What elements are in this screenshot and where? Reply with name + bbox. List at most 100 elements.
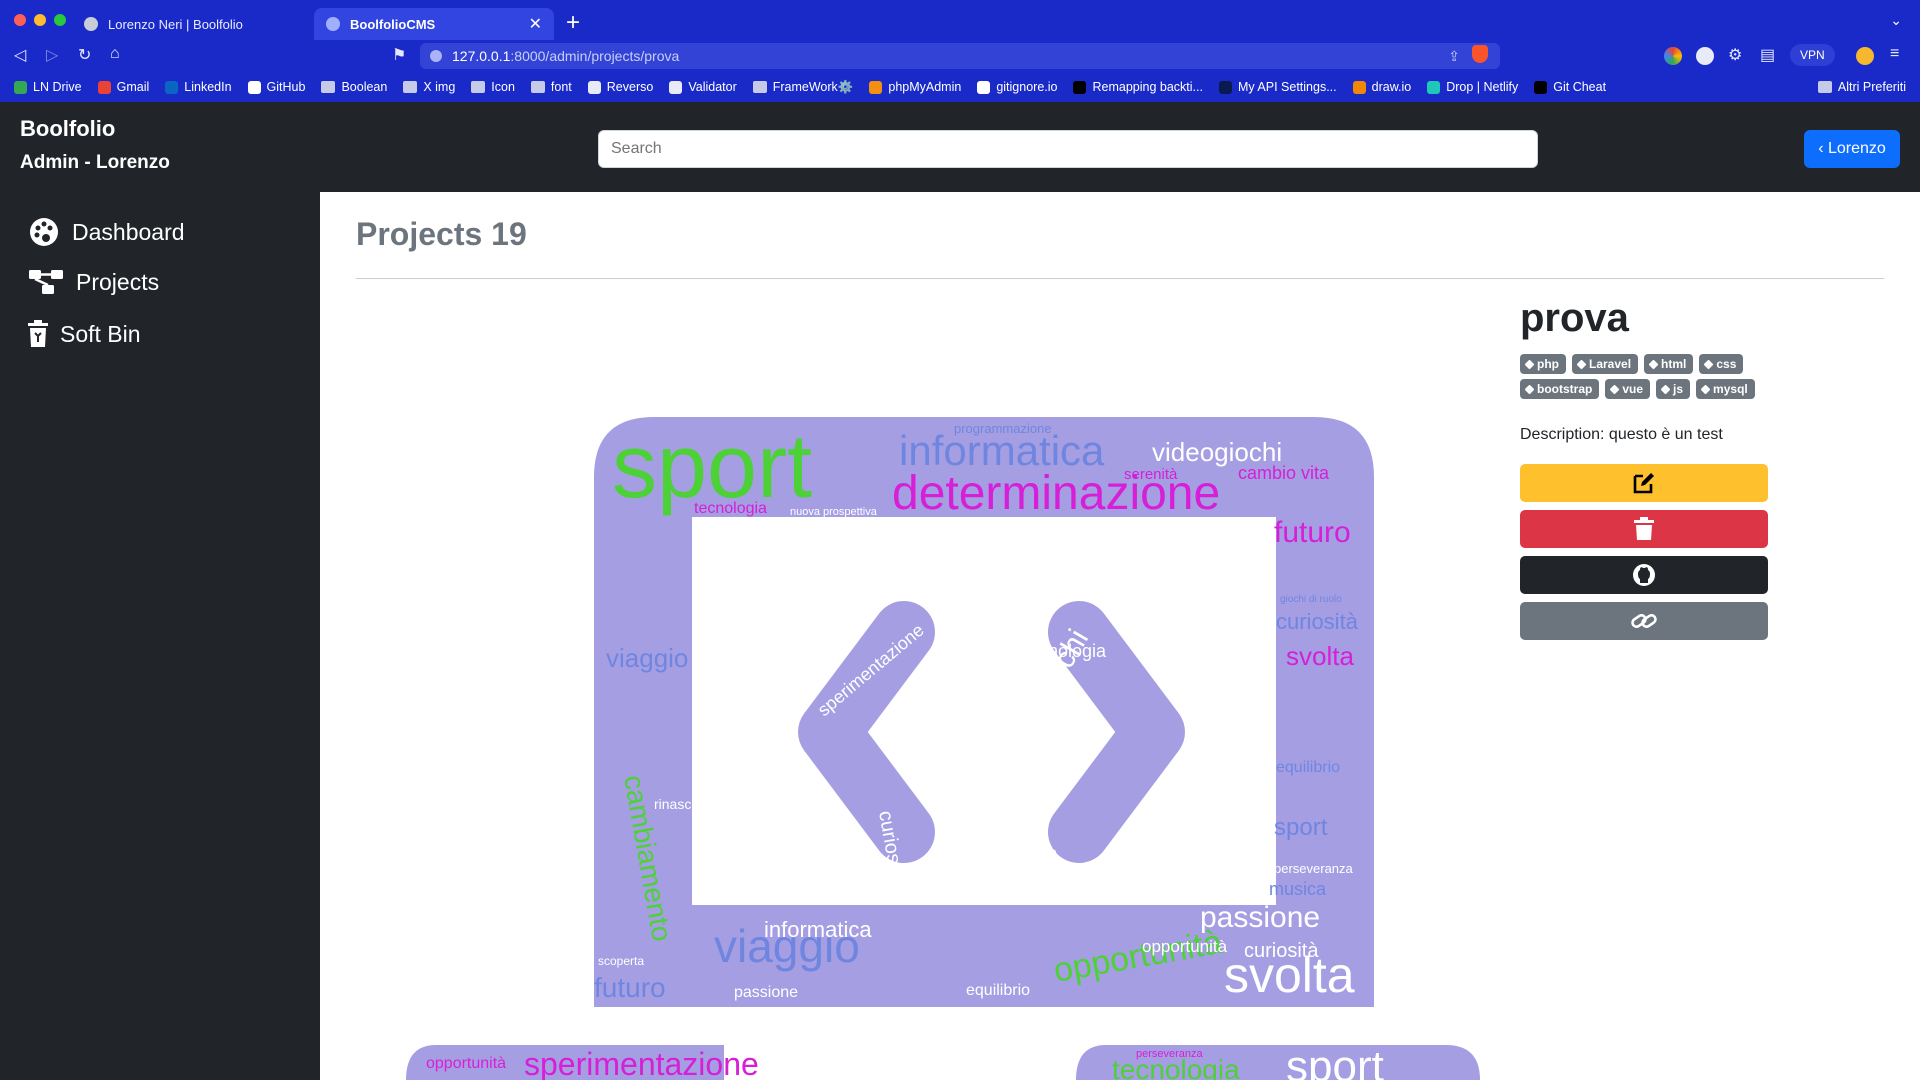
- url-host: 127.0.0.1: [452, 48, 511, 64]
- tag-icon: [1609, 384, 1620, 394]
- bookmark-item[interactable]: font: [530, 80, 572, 94]
- sidebar-toggle-icon[interactable]: ▤: [1760, 45, 1775, 65]
- bookmark-item[interactable]: X img: [403, 80, 455, 94]
- bookmark-item[interactable]: My API Settings...: [1218, 80, 1337, 94]
- tag-badge[interactable]: bootstrap: [1520, 379, 1600, 399]
- profile-avatar[interactable]: [1856, 47, 1874, 65]
- cloud-word: informatica: [764, 917, 872, 942]
- cloud-word: futuro: [594, 972, 666, 1003]
- brand[interactable]: Boolfolio Admin - Lorenzo: [20, 116, 170, 174]
- close-tab-icon[interactable]: ✕: [529, 14, 542, 34]
- bookmark-icon[interactable]: ⚑: [392, 45, 406, 65]
- cloud-word: nuova prospettiva: [790, 506, 878, 518]
- tab-title: Lorenzo Neri | Boolfolio: [108, 16, 243, 32]
- reverso-icon: [587, 80, 601, 94]
- cloud-word: tecnologia: [694, 500, 767, 517]
- palette-icon: [30, 218, 58, 246]
- link-button[interactable]: [1520, 602, 1768, 640]
- maximize-window-button[interactable]: [54, 14, 66, 26]
- tag-label: js: [1673, 382, 1684, 396]
- brave-shields-icon[interactable]: [1472, 45, 1488, 63]
- tag-badge[interactable]: Laravel: [1572, 354, 1639, 374]
- bookmark-item[interactable]: Icon: [471, 80, 515, 94]
- sidebar-item-projects[interactable]: Projects: [28, 268, 159, 296]
- puzzle-icon[interactable]: ⚙: [1728, 45, 1742, 65]
- tag-badge[interactable]: css: [1699, 354, 1744, 374]
- minimize-window-button[interactable]: [34, 14, 46, 26]
- cloud-word: cambio vita: [1238, 463, 1330, 483]
- tag-badge[interactable]: mysql: [1696, 379, 1755, 399]
- netlify-icon: [1427, 80, 1441, 94]
- tag-badge[interactable]: vue: [1605, 379, 1651, 399]
- wordcloud-thumbnail: perseveranza tecnologia sport: [1076, 1045, 1480, 1080]
- folder-icon: [471, 81, 486, 93]
- search-input[interactable]: [598, 130, 1538, 168]
- sidebar-item-label: Projects: [76, 268, 160, 295]
- bookmark-label: draw.io: [1371, 80, 1412, 94]
- cloud-word: passione: [734, 984, 798, 1001]
- user-menu-button[interactable]: ‹ Lorenzo: [1804, 130, 1900, 168]
- reload-icon[interactable]: ↻: [78, 45, 91, 65]
- tab-list-chevron-icon[interactable]: ⌄: [1890, 12, 1902, 29]
- bookmark-item[interactable]: Git Cheat: [1534, 80, 1606, 94]
- bookmark-label: Remapping backti...: [1092, 80, 1203, 94]
- back-icon[interactable]: ◁: [14, 45, 26, 65]
- tag-badge[interactable]: js: [1656, 379, 1691, 399]
- bookmark-label: My API Settings...: [1237, 80, 1337, 94]
- forward-icon[interactable]: ▷: [46, 45, 58, 65]
- bookmark-item[interactable]: GitHub: [247, 80, 305, 94]
- browser-toolbar: ◁ ▷ ↻ ⌂ ⚑ 127.0.0.1:8000/admin/projects/…: [0, 40, 1920, 72]
- browser-tab-active[interactable]: BoolfolioCMS ✕: [314, 8, 554, 40]
- bookmark-item[interactable]: FrameWork⚙️: [752, 80, 853, 95]
- browser-tab[interactable]: Lorenzo Neri | Boolfolio: [72, 8, 312, 40]
- tag-badge[interactable]: html: [1644, 354, 1694, 374]
- dark-mode-icon[interactable]: [1696, 47, 1714, 65]
- page-title: Projects 19: [356, 216, 527, 252]
- wordcloud-thumbnail: opportunità sperimentazione: [406, 1045, 812, 1080]
- bookmark-item[interactable]: Remapping backti...: [1073, 80, 1203, 94]
- address-bar[interactable]: 127.0.0.1:8000/admin/projects/prova ⇪: [420, 43, 1500, 69]
- bookmark-item[interactable]: Validator: [669, 80, 737, 94]
- cloud-word: programmazione: [954, 421, 1052, 436]
- gitignore-icon: [977, 80, 991, 94]
- cloud-word: svolta: [1286, 641, 1354, 671]
- bookmark-item[interactable]: LN Drive: [14, 80, 82, 94]
- tag-badge[interactable]: php: [1520, 354, 1566, 374]
- tag-icon: [1524, 359, 1535, 369]
- url-path: :8000/admin/projects/prova: [510, 48, 680, 64]
- edit-button[interactable]: [1520, 464, 1768, 502]
- cloud-word: opportunità: [426, 1055, 506, 1072]
- bookmark-item[interactable]: draw.io: [1352, 80, 1412, 94]
- tag-label: php: [1537, 357, 1559, 371]
- bookmark-item[interactable]: Reverso: [587, 80, 653, 94]
- sidebar-item-soft-bin[interactable]: Soft Bin: [28, 320, 141, 348]
- bookmarks-bar: LN Drive Gmail LinkedIn GitHub Boolean X img I…: [0, 72, 1920, 102]
- bookmark-item[interactable]: Boolean: [321, 80, 387, 94]
- bookmark-item[interactable]: LinkedIn: [165, 80, 232, 94]
- other-bookmarks[interactable]: Altri Preferiti: [1817, 80, 1906, 94]
- cloud-word: musica: [1269, 879, 1327, 899]
- bookmark-item[interactable]: gitignore.io: [977, 80, 1057, 94]
- folder-icon: [403, 81, 418, 93]
- home-icon[interactable]: ⌂: [110, 45, 120, 63]
- sidebar-item-dashboard[interactable]: Dashboard: [28, 216, 185, 248]
- github-button[interactable]: [1520, 556, 1768, 594]
- close-window-button[interactable]: [14, 14, 26, 26]
- share-icon[interactable]: ⇪: [1448, 43, 1460, 69]
- vpn-button[interactable]: VPN: [1790, 44, 1835, 66]
- cloud-word: sport: [1286, 1045, 1384, 1080]
- tag-icon: [1648, 359, 1659, 369]
- extension-icon[interactable]: [1664, 47, 1682, 65]
- delete-button[interactable]: [1520, 510, 1768, 548]
- bookmark-label: LinkedIn: [184, 80, 232, 94]
- bookmark-item[interactable]: phpMyAdmin: [869, 80, 961, 94]
- new-tab-button[interactable]: +: [566, 9, 580, 37]
- bookmark-item[interactable]: Gmail: [97, 80, 149, 94]
- site-info-icon[interactable]: [430, 50, 442, 62]
- tag-label: mysql: [1713, 382, 1748, 396]
- medium-icon: [1073, 80, 1087, 94]
- cloud-word: sperimentazione: [524, 1046, 759, 1080]
- menu-icon[interactable]: ≡: [1890, 45, 1899, 63]
- tag-label: Laravel: [1589, 357, 1632, 371]
- bookmark-item[interactable]: Drop | Netlify: [1427, 80, 1518, 94]
